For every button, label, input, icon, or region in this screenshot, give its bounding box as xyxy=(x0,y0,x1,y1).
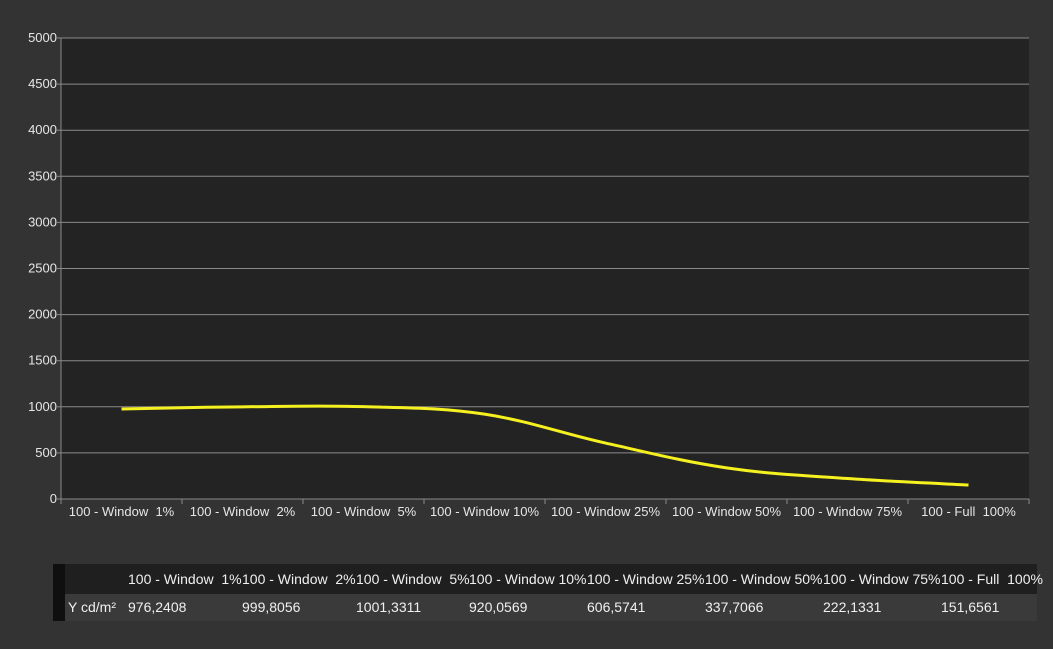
x-tick-label: 100 - Window 25% xyxy=(551,504,661,519)
x-axis-ticks: 100 - Window 1% 100 - Window 2% 100 - Wind… xyxy=(60,499,1030,519)
table-value-cell: 920,0569 xyxy=(469,599,528,615)
table-header-row: 100 - Window 1% 100 - Window 2% 100 - Wind… xyxy=(53,564,1043,594)
table-header-cell: 100 - Window 50% xyxy=(705,571,823,587)
table-header-cell: 100 - Window 5% xyxy=(356,571,470,587)
x-tick-label: 100 - Window 75% xyxy=(793,504,903,519)
table-header-cell: 100 - Full 100% xyxy=(941,571,1043,587)
table-values-row: Y cd/m² 976,2408 999,8056 1001,3311 920,056… xyxy=(53,594,1037,621)
x-tick-label: 100 - Window 50% xyxy=(672,504,782,519)
y-tick-label: 500 xyxy=(35,445,57,460)
y-tick-label: 2000 xyxy=(28,307,57,322)
y-tick-label: 4500 xyxy=(28,76,57,91)
y-tick-label: 1500 xyxy=(28,353,57,368)
y-tick-label: 3500 xyxy=(28,168,57,183)
y-tick-label: 0 xyxy=(50,491,57,506)
data-table: 100 - Window 1% 100 - Window 2% 100 - Wind… xyxy=(53,564,1043,621)
x-tick-label: 100 - Window 10% xyxy=(430,504,540,519)
table-header-cell: 100 - Window 75% xyxy=(823,571,941,587)
table-corner xyxy=(53,564,65,621)
table-value-cell: 1001,3311 xyxy=(356,599,422,615)
table-value-cell: 976,2408 xyxy=(128,599,187,615)
table-value-cell: 606,5741 xyxy=(587,599,646,615)
y-tick-label: 4000 xyxy=(28,122,57,137)
y-tick-label: 5000 xyxy=(28,30,57,45)
x-tick-label: 100 - Window 5% xyxy=(311,504,417,519)
table-value-cell: 222,1331 xyxy=(823,599,882,615)
y-tick-label: 2500 xyxy=(28,261,57,276)
x-tick-label: 100 - Full 100% xyxy=(921,504,1016,519)
y-axis-ticks: 0 500 1000 1500 2000 2500 3000 3500 4000 4500 5000 xyxy=(28,30,61,506)
table-header-cell: 100 - Window 25% xyxy=(587,571,705,587)
x-tick-label: 100 - Window 2% xyxy=(190,504,296,519)
row-label: Y cd/m² xyxy=(68,599,116,615)
table-header-cell: 100 - Window 1% xyxy=(128,571,242,587)
y-tick-label: 3000 xyxy=(28,214,57,229)
x-tick-label: 100 - Window 1% xyxy=(69,504,175,519)
table-header-cell: 100 - Window 10% xyxy=(469,571,587,587)
y-tick-label: 1000 xyxy=(28,399,57,414)
table-value-cell: 999,8056 xyxy=(242,599,301,615)
table-value-cell: 151,6561 xyxy=(941,599,1000,615)
table-value-cell: 337,7066 xyxy=(705,599,764,615)
line-chart: 0 500 1000 1500 2000 2500 3000 3500 4000 4500 5000… xyxy=(28,30,1030,519)
table-header-cell: 100 - Window 2% xyxy=(242,571,356,587)
